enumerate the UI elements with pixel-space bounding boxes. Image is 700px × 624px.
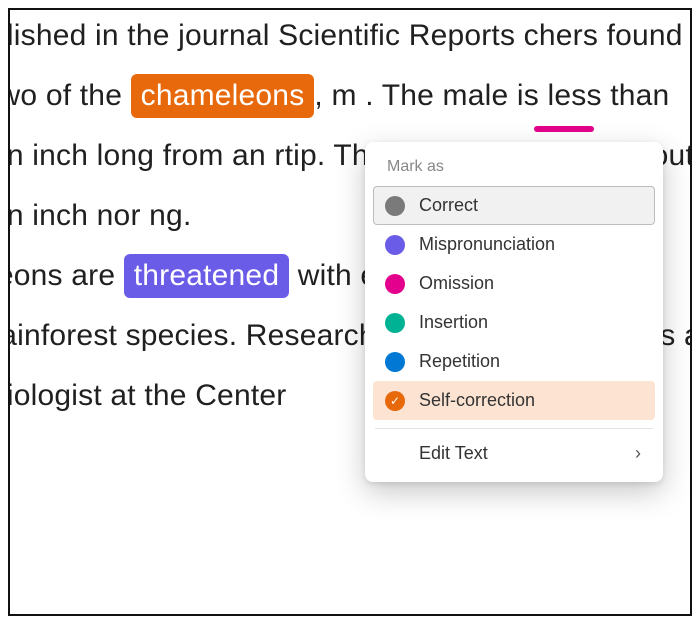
edit-text-button[interactable]: Edit Text › [373, 433, 655, 472]
dot-teal-icon [385, 313, 405, 333]
menu-label: Insertion [419, 312, 488, 333]
mark-as-popup: Mark as Correct Mispronunciation Omissio… [365, 142, 663, 482]
menu-label: Correct [419, 195, 478, 216]
mark-insertion[interactable]: Insertion [373, 303, 655, 342]
menu-label: Mispronunciation [419, 234, 555, 255]
mark-mispronunciation[interactable]: Mispronunciation [373, 225, 655, 264]
chevron-right-icon: › [635, 443, 641, 464]
popup-title: Mark as [373, 156, 655, 186]
dot-grey-icon [385, 196, 405, 216]
menu-label: Self-correction [419, 390, 535, 411]
text-line: leons are [8, 259, 124, 292]
dot-purple-icon [385, 235, 405, 255]
popup-divider [375, 428, 653, 429]
highlight-threatened[interactable]: threatened [124, 254, 289, 298]
mark-repetition[interactable]: Repetition [373, 342, 655, 381]
dot-blue-icon [385, 352, 405, 372]
menu-label: Repetition [419, 351, 500, 372]
text-line: ng. [149, 199, 191, 232]
check-icon: ✓ [390, 395, 400, 407]
mark-self-correction[interactable]: ✓ Self-correction [373, 381, 655, 420]
highlight-chameleons[interactable]: chameleons [131, 74, 315, 118]
mark-correct[interactable]: Correct [373, 186, 655, 225]
omission-underline-fragment [534, 126, 594, 132]
edit-text-label: Edit Text [419, 443, 488, 464]
check-orange-icon: ✓ [385, 391, 405, 411]
dot-pink-icon [385, 274, 405, 294]
reading-coach-frame: blished in the journal Scientific Report… [8, 8, 692, 616]
mark-omission[interactable]: Omission [373, 264, 655, 303]
menu-label: Omission [419, 273, 494, 294]
text-line: , m [314, 79, 356, 112]
